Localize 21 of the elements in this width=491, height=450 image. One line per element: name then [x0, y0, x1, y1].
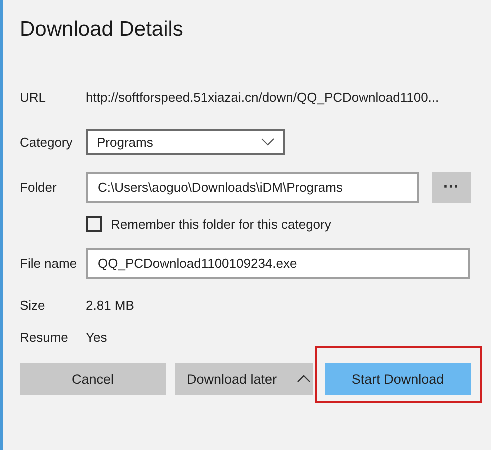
file-name-field[interactable]: QQ_PCDownload1100109234.exe: [86, 248, 470, 279]
caret-up-icon: [297, 375, 311, 383]
chevron-down-icon: [261, 138, 275, 146]
size-label: Size: [20, 298, 46, 313]
resume-value: Yes: [86, 330, 108, 345]
file-name-label: File name: [20, 256, 78, 271]
size-value: 2.81 MB: [86, 298, 134, 313]
url-label: URL: [20, 90, 48, 104]
cancel-button[interactable]: Cancel: [20, 363, 166, 395]
start-download-button[interactable]: Start Download: [325, 363, 471, 395]
resume-label: Resume: [20, 330, 70, 345]
remember-label: Remember this folder for this category: [111, 216, 332, 232]
download-later-button[interactable]: Download later: [175, 363, 313, 395]
category-dropdown[interactable]: Programs: [86, 129, 285, 155]
remember-checkbox[interactable]: [86, 216, 102, 232]
category-label: Category: [20, 134, 74, 150]
url-value: http://softforspeed.51xiazai.cn/down/QQ_PCDownload1100...: [86, 90, 440, 104]
folder-field[interactable]: C:\Users\aoguo\Downloads\iDM\Programs: [86, 172, 419, 203]
window-title: Download Details: [20, 18, 184, 43]
folder-label: Folder: [20, 180, 58, 195]
browse-button[interactable]: ···: [432, 172, 471, 203]
